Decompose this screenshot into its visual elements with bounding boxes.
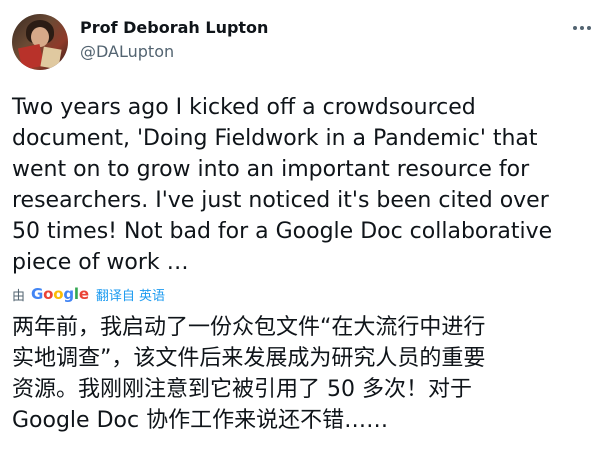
more-dots-svg bbox=[573, 26, 591, 30]
more-dots-icon[interactable] bbox=[568, 18, 596, 38]
google-logo-letter: e bbox=[78, 285, 89, 303]
tweet-text: Two years ago I kicked off a crowdsource… bbox=[12, 95, 553, 275]
translated-by-label: 由 bbox=[12, 288, 26, 304]
google-logo-letter: g bbox=[63, 285, 74, 303]
translated-text: 两年前，我启动了一份众包文件“在大流行中进行 实地调查”，该文件后来发展成为研究… bbox=[12, 315, 486, 433]
author-name[interactable]: Prof Deborah Lupton bbox=[80, 18, 268, 38]
google-logo-letter: o bbox=[53, 285, 64, 303]
google-logo: Google bbox=[31, 285, 89, 303]
avatar-book-2 bbox=[40, 46, 62, 70]
google-logo-letter: o bbox=[43, 285, 54, 303]
translated-from-link[interactable]: 翻译自 英语 bbox=[96, 285, 165, 304]
google-logo-letter: G bbox=[31, 285, 44, 303]
translation-attribution: 由 Google 翻译自 英语 bbox=[12, 283, 165, 305]
avatar[interactable] bbox=[12, 14, 68, 70]
author-handle[interactable]: @DALupton bbox=[80, 42, 174, 62]
